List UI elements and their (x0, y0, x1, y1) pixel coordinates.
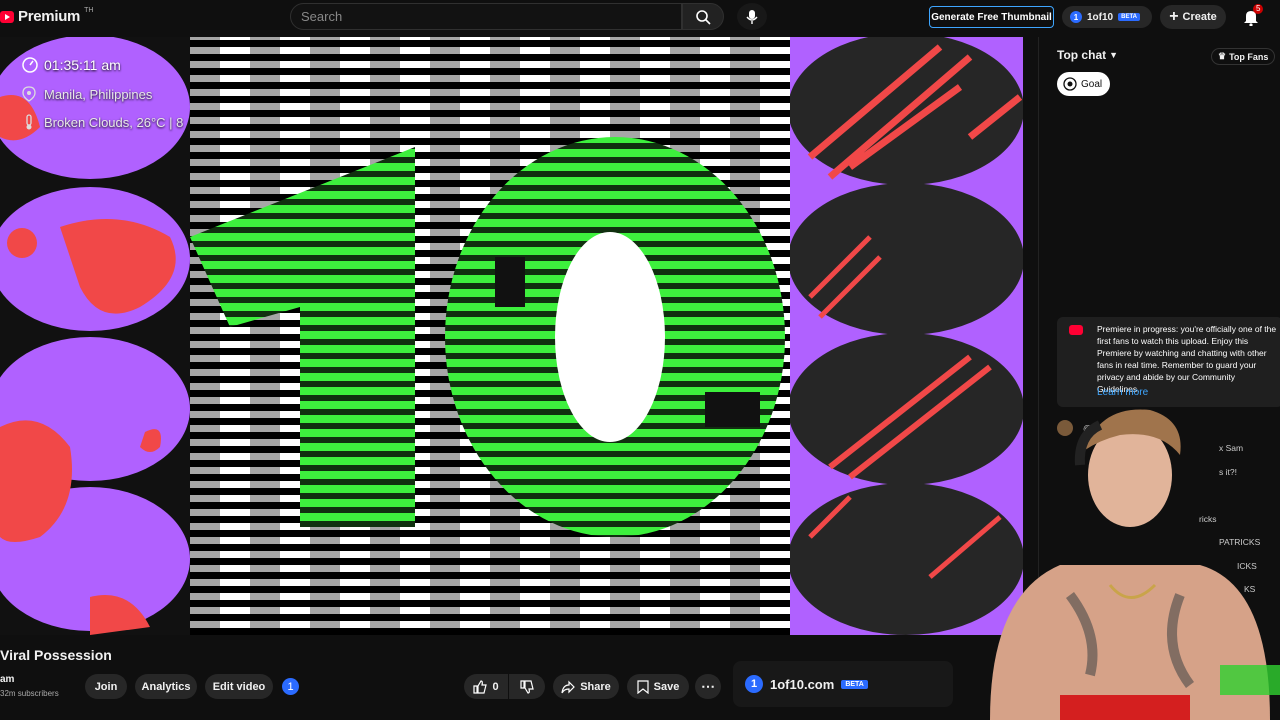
oneof10-logo-icon: 1 (745, 675, 763, 693)
search-input[interactable]: Search (290, 3, 682, 30)
clock-icon (22, 57, 38, 73)
oneof10-site-name: 1of10.com (770, 676, 835, 692)
save-button[interactable]: Save (627, 674, 689, 699)
like-button[interactable]: 0 (464, 674, 508, 699)
video-player[interactable]: 01:35:11 am Manila, Philippines Broken C… (0, 37, 1023, 635)
microphone-icon (746, 9, 758, 24)
oneof10-label: 1of10 (1087, 11, 1114, 23)
edit-video-button[interactable]: Edit video (205, 674, 273, 699)
create-label: Create (1182, 11, 1217, 23)
thumbs-up-icon (473, 679, 488, 694)
like-count: 0 (492, 680, 499, 693)
goal-label: Goal (1081, 78, 1103, 90)
streamer-figure (990, 409, 1280, 720)
overlay-location-text: Manila, Philippines (44, 86, 153, 102)
youtube-icon (1069, 325, 1083, 335)
subscriber-count: 32m subscribers (0, 689, 59, 698)
chevron-down-icon: ▼ (1109, 50, 1119, 60)
top-chat-label: Top chat (1057, 48, 1107, 62)
more-actions-button[interactable]: ⋯ (695, 674, 721, 699)
more-dots-icon: ⋯ (701, 678, 715, 694)
overlay-clock: 01:35:11 am (22, 57, 121, 73)
youtube-logo[interactable]: Premium TH (0, 7, 94, 25)
location-pin-icon (22, 86, 36, 102)
overlay-weather: Broken Clouds, 26°C | 8 (22, 114, 183, 130)
channel-name[interactable]: am (0, 674, 14, 685)
bookmark-icon (637, 679, 649, 694)
share-icon (561, 680, 576, 693)
overlay-weather-text: Broken Clouds, 26°C | 8 (44, 114, 184, 130)
save-label: Save (653, 680, 680, 693)
top-fans-label: Top Fans (1229, 51, 1269, 62)
art-ten-figure (190, 137, 785, 537)
premiere-notice: Premiere in progress: you're officially … (1057, 317, 1280, 407)
oneof10-extension-button[interactable]: 1 1of10 BETA (1062, 6, 1152, 28)
overlay-location: Manila, Philippines (22, 86, 152, 102)
join-button[interactable]: Join (85, 674, 127, 699)
beta-badge: BETA (1118, 13, 1141, 21)
analytics-button[interactable]: Analytics (135, 674, 197, 699)
streamer-webcam (950, 395, 1280, 720)
generate-thumbnail-button[interactable]: Generate Free Thumbnail (929, 6, 1054, 28)
crown-icon: ♛ (1218, 51, 1227, 61)
oneof10-icon: 1 (1070, 11, 1082, 23)
youtube-play-icon (0, 10, 14, 23)
dislike-button[interactable] (509, 674, 545, 699)
plus-icon: + (1169, 8, 1179, 25)
voice-search-button[interactable] (737, 3, 767, 30)
oneof10-promo-bar[interactable]: 1 1of10.com BETA (733, 661, 953, 707)
logo-country-code: TH (84, 7, 94, 14)
top-fans-button[interactable]: ♛ Top Fans (1211, 48, 1276, 65)
oneof10-badge-icon[interactable]: 1 (282, 678, 299, 695)
video-title: Viral Possession (0, 647, 112, 663)
thermometer-icon (26, 114, 32, 130)
share-label: Share (580, 680, 611, 693)
overlay-time-text: 01:35:11 am (44, 57, 121, 73)
search-icon (696, 9, 711, 25)
thumbs-down-icon (520, 679, 534, 694)
promo-beta-badge: BETA (841, 679, 868, 689)
premiere-text: Premiere in progress: you're officially … (1097, 324, 1277, 394)
top-chat-dropdown[interactable]: Top chat ▼ (1057, 48, 1118, 62)
logo-text: Premium (18, 8, 81, 25)
create-button[interactable]: + Create (1160, 5, 1226, 29)
share-button[interactable]: Share (553, 674, 619, 699)
goal-chip[interactable]: Goal (1057, 72, 1110, 96)
goal-target-icon (1063, 77, 1077, 91)
search-button[interactable] (682, 3, 724, 30)
top-bar: Premium TH Search Generate Free Thumbnai… (0, 0, 1280, 36)
